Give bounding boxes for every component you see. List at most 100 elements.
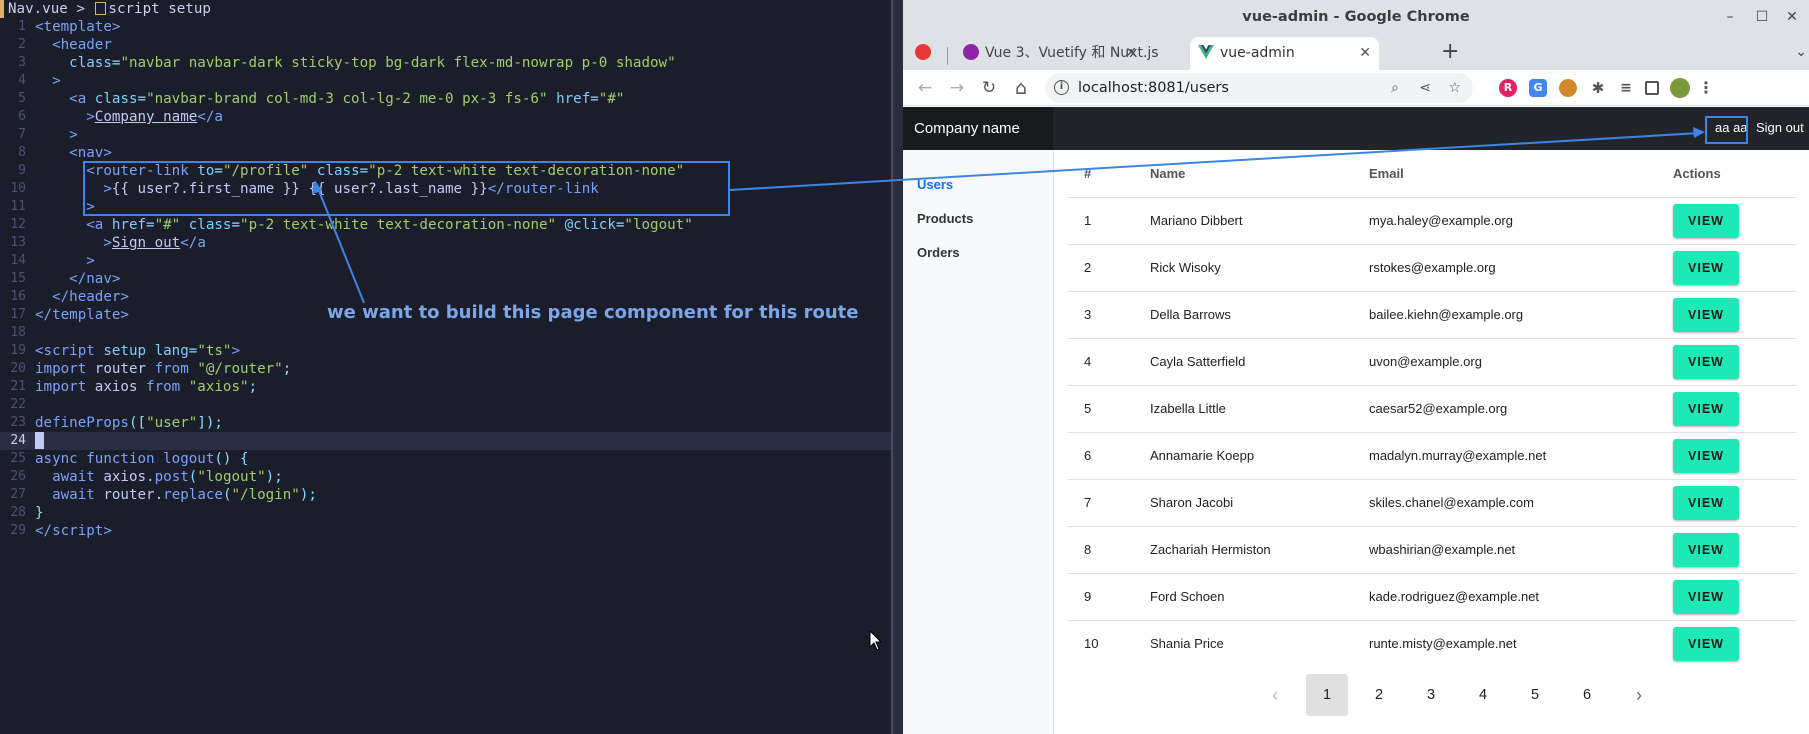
view-button[interactable]: VIEW <box>1673 204 1739 238</box>
code-text: import router from "@/router"; <box>35 361 292 377</box>
code-text: </nav> <box>69 271 121 287</box>
zoom-icon[interactable]: ⌕ <box>1391 73 1399 103</box>
sidebar-item-products[interactable]: Products <box>917 210 973 228</box>
home-button[interactable]: ⌂ <box>1009 76 1033 100</box>
minimize-button[interactable]: – <box>1717 0 1743 34</box>
new-tab-button[interactable]: + <box>1441 34 1459 70</box>
line-number: 15 <box>10 271 26 286</box>
cell-id: 7 <box>1084 495 1092 510</box>
view-button[interactable]: VIEW <box>1673 627 1739 661</box>
view-button[interactable]: VIEW <box>1673 439 1739 473</box>
text-cursor <box>35 432 44 449</box>
page-button-1[interactable]: 1 <box>1306 674 1348 716</box>
code-line[interactable]: 27 await router.replace("/login"); <box>0 486 891 504</box>
code-line[interactable]: 25 async function logout() { <box>0 450 891 468</box>
code-line[interactable]: 14 > <box>0 252 891 270</box>
line-number: 6 <box>18 109 26 124</box>
reload-button[interactable]: ↻ <box>977 76 1001 100</box>
tab-youtube[interactable] <box>909 37 937 70</box>
code-line[interactable]: 8 <nav> <box>0 144 891 162</box>
code-editor[interactable]: Nav.vue > script setup 1 <template> 2 <hea… <box>0 0 891 734</box>
code-line[interactable]: 18 <box>0 324 891 342</box>
page-button-5[interactable]: 5 <box>1514 674 1556 716</box>
page-button-2[interactable]: 2 <box>1358 674 1400 716</box>
users-table-area: # Name Email Actions 1 Mariano Dibbert mya… <box>1054 150 1809 734</box>
code-text: <a class="navbar-brand col-md-3 col-lg-2… <box>69 91 625 107</box>
view-button[interactable]: VIEW <box>1673 580 1739 614</box>
column-header-email: Email <box>1369 166 1404 181</box>
profile-avatar[interactable] <box>1670 78 1690 98</box>
cell-id: 6 <box>1084 448 1092 463</box>
view-button[interactable]: VIEW <box>1673 345 1739 379</box>
code-line[interactable]: 23 defineProps(["user"]); <box>0 414 891 432</box>
next-page-button[interactable]: › <box>1618 674 1660 716</box>
page-button-3[interactable]: 3 <box>1410 674 1452 716</box>
code-line[interactable]: 3 class="navbar navbar-dark sticky-top b… <box>0 54 891 72</box>
annotation-box-router-link <box>83 161 730 216</box>
prev-page-button[interactable]: ‹ <box>1254 674 1296 716</box>
tab-search-button[interactable]: ⌄ <box>1795 34 1807 70</box>
line-number: 14 <box>10 253 26 268</box>
code-line[interactable]: 26 await axios.post("logout"); <box>0 468 891 486</box>
line-number: 5 <box>18 91 26 106</box>
code-line[interactable]: 6 >Company name</a <box>0 108 891 126</box>
page-button-6[interactable]: 6 <box>1566 674 1608 716</box>
code-line[interactable]: 15 </nav> <box>0 270 891 288</box>
sidebar-item-users[interactable]: Users <box>917 176 953 194</box>
view-button[interactable]: VIEW <box>1673 486 1739 520</box>
code-line[interactable]: 1 <template> <box>0 18 891 36</box>
sidebar-item-orders[interactable]: Orders <box>917 244 960 262</box>
sidebar: Users Products Orders <box>903 150 1054 734</box>
code-line[interactable]: 20 import router from "@/router"; <box>0 360 891 378</box>
code-line[interactable]: 19 <script setup lang="ts"> <box>0 342 891 360</box>
tab-vue3-article[interactable]: Vue 3、Vuetify 和 Nuxt.js ✕ <box>955 37 1159 70</box>
tab-close-icon[interactable]: ✕ <box>1125 37 1137 70</box>
code-line[interactable]: 21 import axios from "axios"; <box>0 378 891 396</box>
close-window-button[interactable]: ✕ <box>1779 0 1805 34</box>
view-button[interactable]: VIEW <box>1673 392 1739 426</box>
site-info-icon[interactable]: i <box>1054 80 1069 95</box>
brand-link[interactable]: Company name <box>903 107 1053 150</box>
translate-icon[interactable]: G <box>1529 79 1547 97</box>
share-icon[interactable]: ⋖ <box>1419 73 1431 103</box>
code-line[interactable]: 22 <box>0 396 891 414</box>
forward-button[interactable]: → <box>945 76 969 100</box>
code-text: >Sign out</a <box>103 235 206 251</box>
cell-name: Rick Wisoky <box>1150 260 1221 275</box>
view-button[interactable]: VIEW <box>1673 533 1739 567</box>
view-button[interactable]: VIEW <box>1673 251 1739 285</box>
breadcrumb-scope: script setup <box>108 1 211 17</box>
annotation-box-user-name <box>1705 116 1748 144</box>
code-line[interactable]: 12 <a href="#" class="p-2 text-white tex… <box>0 216 891 234</box>
cell-name: Sharon Jacobi <box>1150 495 1234 510</box>
sign-out-link[interactable]: Sign out <box>1756 117 1804 139</box>
maximize-button[interactable]: ☐ <box>1749 0 1775 34</box>
code-line[interactable]: 2 <header <box>0 36 891 54</box>
side-panel-icon[interactable] <box>1645 81 1659 95</box>
reading-list-icon[interactable]: ≡ <box>1617 79 1635 97</box>
window-titlebar: vue-admin - Google Chrome – ☐ ✕ <box>903 0 1809 34</box>
extension-icon[interactable]: R <box>1499 79 1517 97</box>
view-button[interactable]: VIEW <box>1673 298 1739 332</box>
code-line[interactable]: 13 >Sign out</a <box>0 234 891 252</box>
site-favicon-icon <box>963 44 979 60</box>
puzzle-icon[interactable]: ✱ <box>1589 79 1607 97</box>
code-line[interactable]: 7 > <box>0 126 891 144</box>
code-text: <template> <box>35 19 121 35</box>
chrome-menu-icon[interactable]: ⋮ <box>1697 79 1715 97</box>
page-button-4[interactable]: 4 <box>1462 674 1504 716</box>
back-button[interactable]: ← <box>913 76 937 100</box>
code-line[interactable]: 29 </script> <box>0 522 891 540</box>
cookie-icon[interactable] <box>1559 79 1577 97</box>
code-line[interactable]: 28} <box>0 504 891 522</box>
address-bar[interactable]: i localhost:8081/users ⌕ ⋖ ☆ <box>1045 73 1473 103</box>
line-number: 11 <box>10 199 26 214</box>
window-divider[interactable] <box>891 0 903 734</box>
tab-vue-admin[interactable]: vue-admin ✕ <box>1190 37 1379 70</box>
cell-id: 3 <box>1084 307 1092 322</box>
code-line[interactable]: 24 <box>0 432 891 450</box>
code-line[interactable]: 5 <a class="navbar-brand col-md-3 col-lg… <box>0 90 891 108</box>
tab-close-icon[interactable]: ✕ <box>1359 37 1371 70</box>
bookmark-star-icon[interactable]: ☆ <box>1448 73 1461 103</box>
code-line[interactable]: 4 > <box>0 72 891 90</box>
